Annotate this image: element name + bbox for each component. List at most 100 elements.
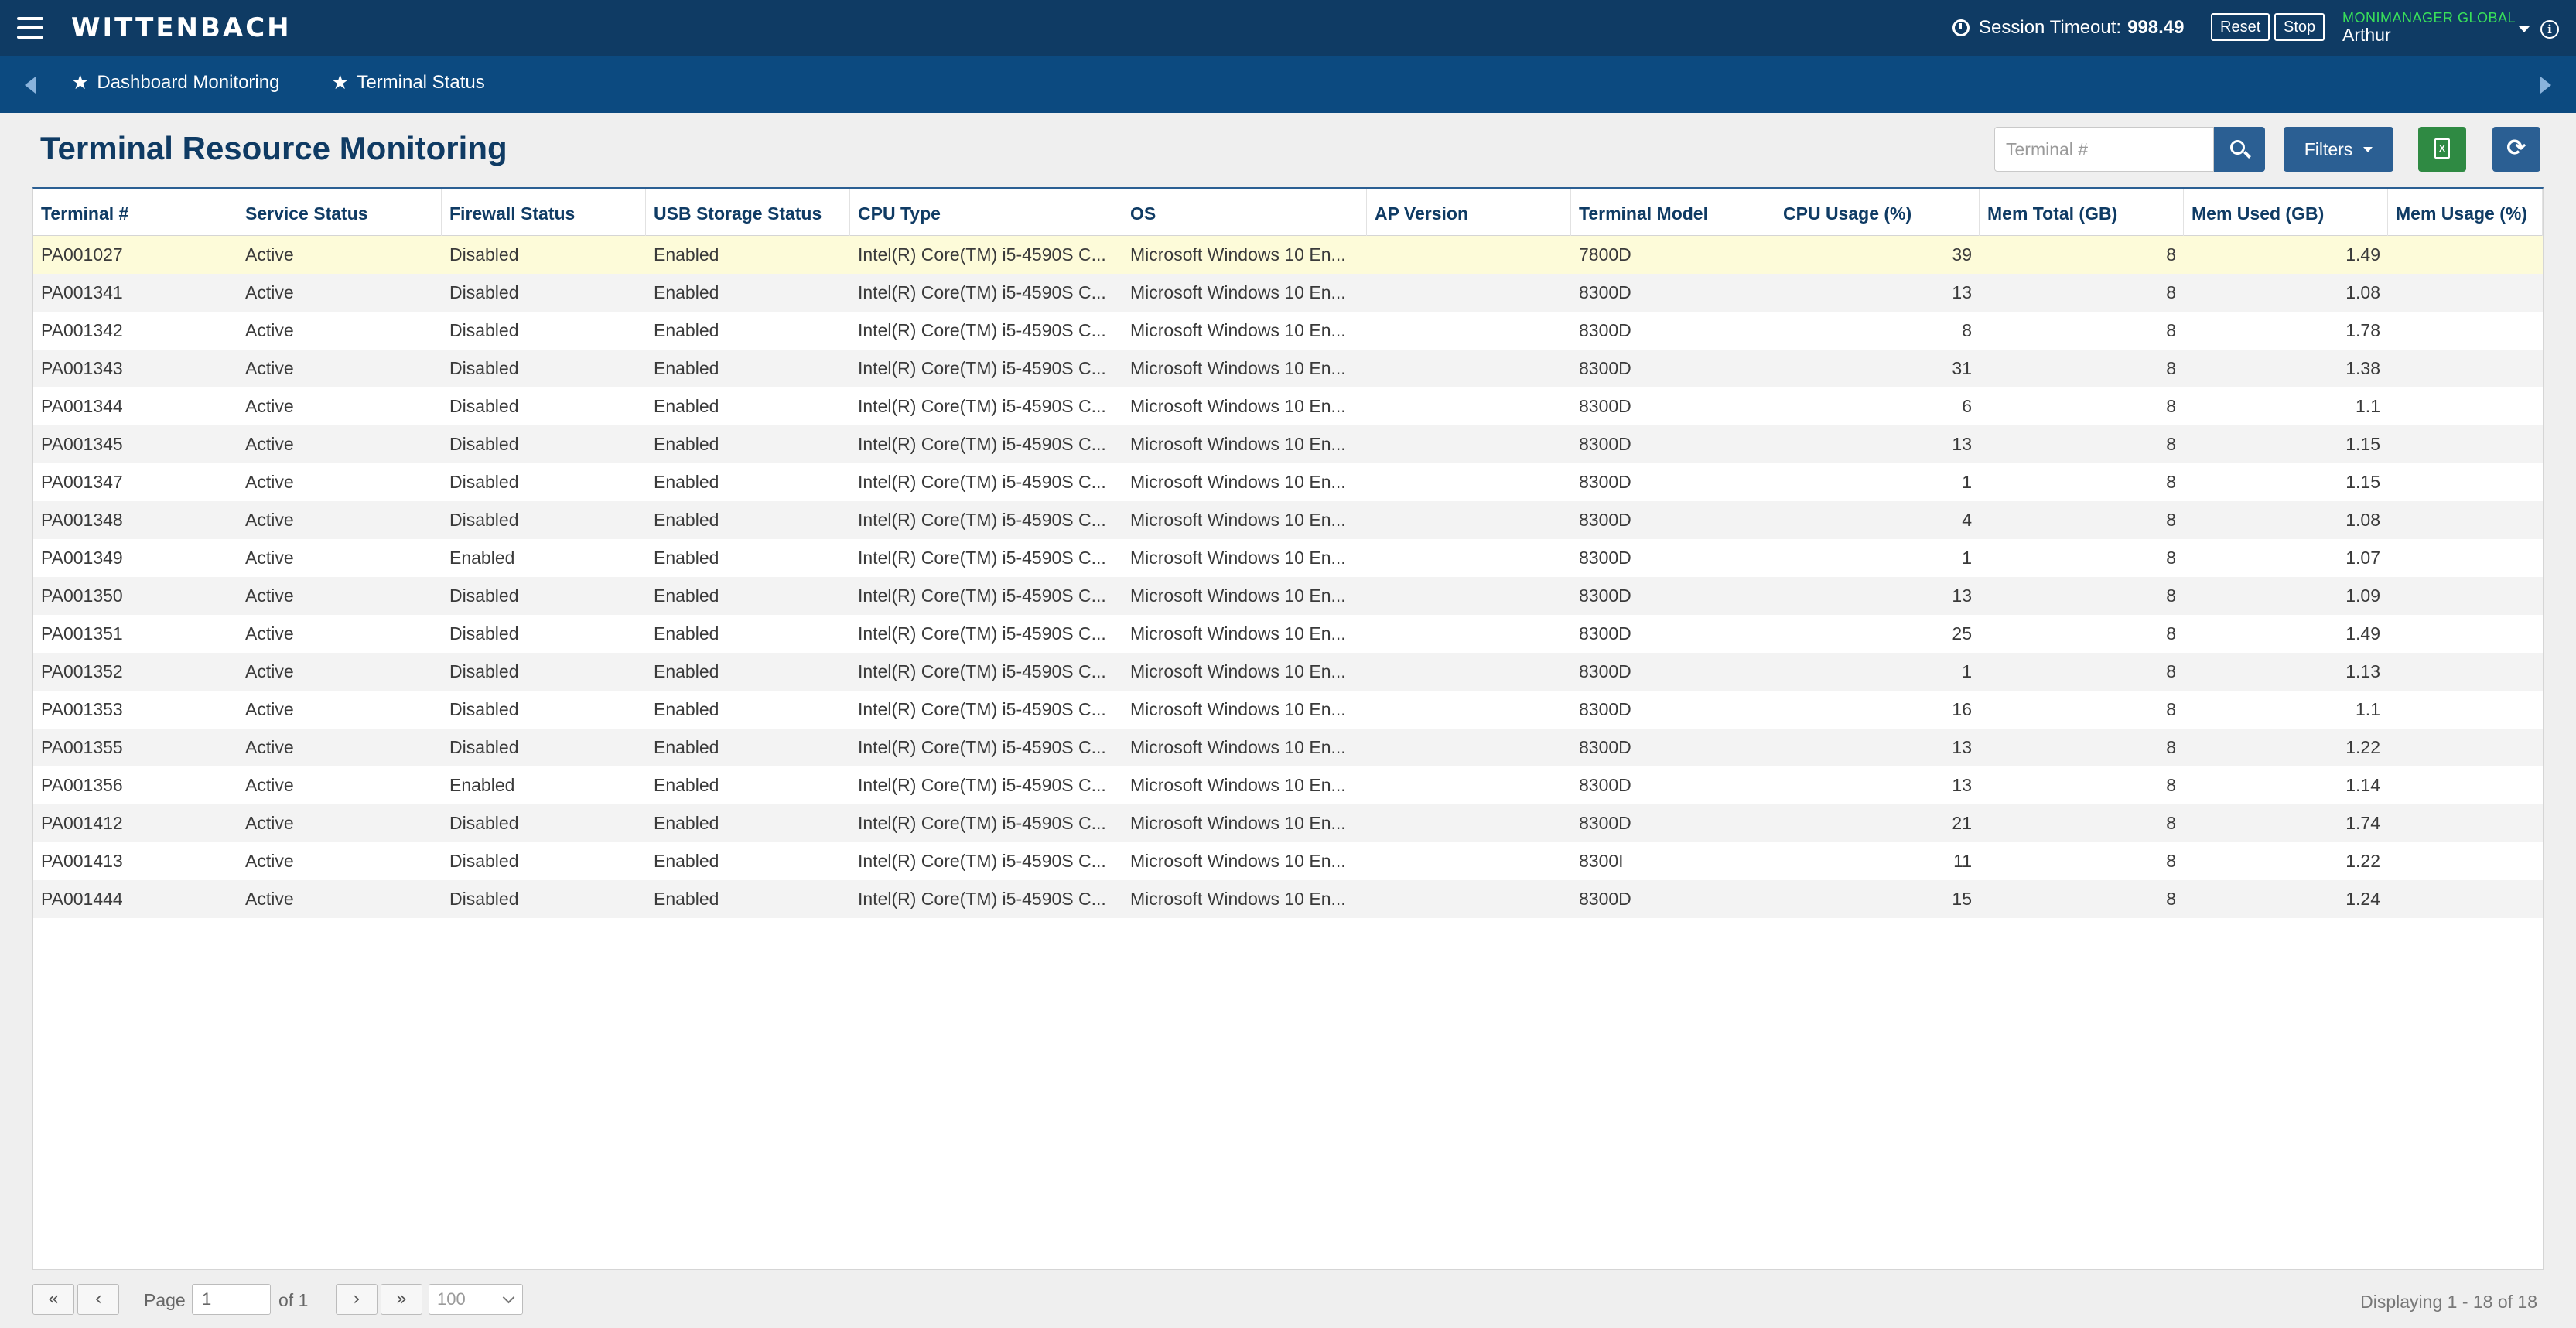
table-row[interactable]: PA001342 Active Disabled Enabled Intel(R) Co…	[33, 312, 2543, 350]
column-header-terminal[interactable]: Terminal #	[33, 189, 237, 236]
table-row[interactable]: PA001343 Active Disabled Enabled Intel(R) Co…	[33, 350, 2543, 387]
pagination-bar: « ‹ Page of 1 › » 100 Displaying 1 - 18 …	[32, 1284, 2544, 1318]
column-header-usb-storage-status[interactable]: USB Storage Status	[646, 189, 850, 236]
cell-firewall-status: Disabled	[449, 889, 519, 909]
cell-terminal: PA001342	[41, 320, 123, 340]
column-header-os[interactable]: OS	[1122, 189, 1367, 236]
cell-mem-usage	[2388, 236, 2543, 274]
cell-ap-version	[1367, 274, 1571, 312]
cell-mem-total: 8	[2166, 244, 2176, 265]
stop-button[interactable]: Stop	[2274, 13, 2325, 41]
next-page-button[interactable]: ›	[336, 1284, 378, 1315]
cell-mem-usage	[2388, 387, 2543, 425]
table-row[interactable]: PA001413 Active Disabled Enabled Intel(R) Co…	[33, 842, 2543, 880]
terminal-search-input[interactable]	[1994, 127, 2214, 172]
table-row[interactable]: PA001341 Active Disabled Enabled Intel(R) Co…	[33, 274, 2543, 312]
nav-scroll-right-icon[interactable]	[2540, 77, 2551, 94]
table-row[interactable]: PA001444 Active Disabled Enabled Intel(R) Co…	[33, 880, 2543, 918]
column-header-ap-version[interactable]: AP Version	[1367, 189, 1571, 236]
cell-mem-usage	[2388, 653, 2543, 691]
column-header-service-status[interactable]: Service Status	[237, 189, 442, 236]
page-number-input[interactable]	[192, 1284, 271, 1315]
table-row[interactable]: PA001349 Active Enabled Enabled Intel(R) Cor…	[33, 539, 2543, 577]
nav-item-dashboard-monitoring[interactable]: ★ Dashboard Monitoring	[71, 71, 279, 94]
column-header-terminal-model[interactable]: Terminal Model	[1571, 189, 1775, 236]
table-row[interactable]: PA001347 Active Disabled Enabled Intel(R) Co…	[33, 463, 2543, 501]
nav-scroll-left-icon[interactable]	[25, 77, 36, 94]
cell-mem-total: 8	[2166, 585, 2176, 606]
cell-cpu-type: Intel(R) Core(TM) i5-4590S C...	[858, 889, 1106, 909]
cell-os: Microsoft Windows 10 En...	[1130, 813, 1346, 833]
table-row[interactable]: PA001353 Active Disabled Enabled Intel(R) Co…	[33, 691, 2543, 729]
cell-cpu-type: Intel(R) Core(TM) i5-4590S C...	[858, 434, 1106, 454]
cell-terminal: PA001343	[41, 358, 123, 378]
cell-ap-version	[1367, 236, 1571, 274]
column-header-mem-usage[interactable]: Mem Usage (%)	[2388, 189, 2543, 236]
info-icon[interactable]: i	[2540, 20, 2559, 39]
cell-terminal: PA001352	[41, 661, 123, 681]
column-header-mem-total[interactable]: Mem Total (GB)	[1980, 189, 2184, 236]
cell-terminal: PA001350	[41, 585, 123, 606]
column-header-mem-used[interactable]: Mem Used (GB)	[2184, 189, 2388, 236]
cell-service-status: Active	[245, 661, 294, 681]
cell-usb-storage-status: Enabled	[654, 851, 719, 871]
table-row[interactable]: PA001355 Active Disabled Enabled Intel(R) Co…	[33, 729, 2543, 766]
cell-firewall-status: Enabled	[449, 548, 515, 568]
cell-terminal-model: 8300D	[1579, 282, 1631, 302]
nav-item-terminal-status[interactable]: ★ Terminal Status	[331, 71, 485, 94]
cell-cpu-type: Intel(R) Core(TM) i5-4590S C...	[858, 548, 1106, 568]
cell-mem-used: 1.78	[2345, 320, 2380, 340]
cell-mem-total: 8	[2166, 396, 2176, 416]
cell-mem-total: 8	[2166, 889, 2176, 909]
cell-firewall-status: Disabled	[449, 813, 519, 833]
table-row[interactable]: PA001352 Active Disabled Enabled Intel(R) Co…	[33, 653, 2543, 691]
filters-button[interactable]: Filters	[2284, 127, 2393, 172]
table-row[interactable]: PA001350 Active Disabled Enabled Intel(R) Co…	[33, 577, 2543, 615]
table-row[interactable]: PA001351 Active Disabled Enabled Intel(R) Co…	[33, 615, 2543, 653]
prev-page-button[interactable]: ‹	[77, 1284, 119, 1315]
cell-ap-version	[1367, 653, 1571, 691]
table-row[interactable]: PA001027 Active Disabled Enabled Intel(R) Co…	[33, 236, 2543, 274]
cell-mem-total: 8	[2166, 282, 2176, 302]
table-row[interactable]: PA001412 Active Disabled Enabled Intel(R) Co…	[33, 804, 2543, 842]
app-logo: WITTENBACH	[71, 12, 292, 43]
cell-usb-storage-status: Enabled	[654, 358, 719, 378]
cell-cpu-type: Intel(R) Core(TM) i5-4590S C...	[858, 244, 1106, 265]
cell-firewall-status: Disabled	[449, 396, 519, 416]
table-row[interactable]: PA001344 Active Disabled Enabled Intel(R) Co…	[33, 387, 2543, 425]
column-header-cpu-type[interactable]: CPU Type	[850, 189, 1122, 236]
column-header-firewall-status[interactable]: Firewall Status	[442, 189, 646, 236]
cell-mem-total: 8	[2166, 737, 2176, 757]
cell-usb-storage-status: Enabled	[654, 244, 719, 265]
cell-terminal-model: 8300D	[1579, 585, 1631, 606]
first-page-button[interactable]: «	[32, 1284, 74, 1315]
reset-button[interactable]: Reset	[2211, 13, 2270, 41]
nav-item-label: Dashboard Monitoring	[97, 72, 280, 93]
user-menu[interactable]: MONIMANAGER GLOBAL Arthur	[2342, 11, 2516, 44]
export-excel-button[interactable]: X	[2418, 127, 2466, 172]
filters-label: Filters	[2304, 138, 2353, 159]
hamburger-menu-icon[interactable]	[17, 17, 43, 39]
cell-mem-total: 8	[2166, 699, 2176, 719]
cell-firewall-status: Enabled	[449, 775, 515, 795]
page-size-select[interactable]: 100	[429, 1284, 523, 1315]
cell-service-status: Active	[245, 813, 294, 833]
cell-ap-version	[1367, 842, 1571, 880]
star-icon: ★	[331, 71, 350, 94]
cell-terminal: PA001347	[41, 472, 123, 492]
table-row[interactable]: PA001356 Active Enabled Enabled Intel(R) Cor…	[33, 766, 2543, 804]
table-row[interactable]: PA001348 Active Disabled Enabled Intel(R) Co…	[33, 501, 2543, 539]
cell-usb-storage-status: Enabled	[654, 320, 719, 340]
cell-firewall-status: Disabled	[449, 320, 519, 340]
table-row[interactable]: PA001345 Active Disabled Enabled Intel(R) Co…	[33, 425, 2543, 463]
cell-ap-version	[1367, 463, 1571, 501]
session-timeout-label: Session Timeout:	[1979, 17, 2122, 38]
search-button[interactable]	[2214, 127, 2265, 172]
refresh-button[interactable]: ⟳	[2492, 127, 2540, 172]
column-header-cpu-usage[interactable]: CPU Usage (%)	[1775, 189, 1980, 236]
last-page-button[interactable]: »	[381, 1284, 422, 1315]
cell-service-status: Active	[245, 548, 294, 568]
cell-terminal-model: 8300D	[1579, 434, 1631, 454]
user-role: MONIMANAGER GLOBAL	[2342, 10, 2516, 26]
user-menu-caret-icon[interactable]	[2519, 26, 2530, 32]
